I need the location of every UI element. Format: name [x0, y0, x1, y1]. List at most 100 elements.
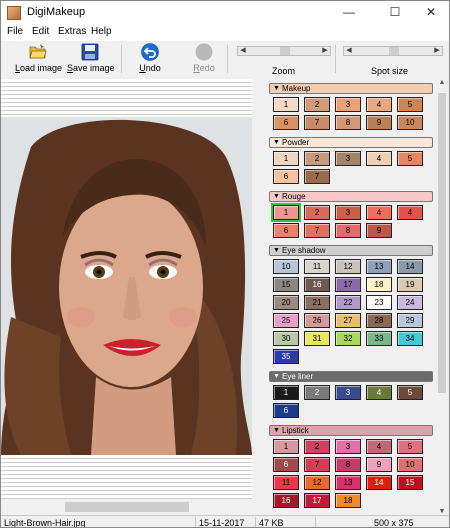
save-image-button[interactable]: Save image — [67, 43, 115, 75]
color-swatch[interactable]: 17 — [335, 277, 361, 292]
color-swatch[interactable]: 2 — [304, 97, 330, 112]
color-swatch[interactable]: 2 — [304, 439, 330, 454]
color-swatch[interactable]: 7 — [304, 169, 330, 184]
menu-edit[interactable]: Edit — [32, 26, 49, 37]
color-swatch[interactable]: 34 — [397, 331, 423, 346]
menu-file[interactable]: File — [7, 26, 23, 37]
color-swatch[interactable]: 16 — [304, 277, 330, 292]
color-swatch[interactable]: 14 — [366, 475, 392, 490]
color-swatch[interactable]: 5 — [397, 151, 423, 166]
color-swatch[interactable]: 11 — [273, 475, 299, 490]
color-swatch[interactable]: 35 — [273, 349, 299, 364]
color-swatch[interactable]: 1 — [273, 385, 299, 400]
color-swatch[interactable]: 6 — [273, 457, 299, 472]
color-swatch[interactable]: 3 — [335, 151, 361, 166]
redo-button[interactable]: Redo — [189, 43, 219, 75]
color-swatch[interactable]: 13 — [366, 259, 392, 274]
color-swatch[interactable]: 9 — [366, 223, 392, 238]
arrow-up-icon[interactable]: ▲ — [435, 79, 449, 86]
color-swatch[interactable]: 15 — [397, 475, 423, 490]
color-swatch[interactable]: 8 — [335, 223, 361, 238]
color-swatch[interactable]: 18 — [335, 493, 361, 508]
color-swatch[interactable]: 24 — [397, 295, 423, 310]
color-swatch[interactable]: 7 — [304, 115, 330, 130]
menu-help[interactable]: Help — [91, 26, 112, 37]
color-swatch[interactable]: 1 — [273, 439, 299, 454]
color-swatch[interactable]: 4 — [366, 385, 392, 400]
undo-button[interactable]: Undo — [135, 43, 165, 75]
color-swatch[interactable]: 25 — [273, 313, 299, 328]
color-swatch[interactable]: 29 — [397, 313, 423, 328]
color-swatch[interactable]: 12 — [335, 259, 361, 274]
color-swatch[interactable]: 8 — [335, 115, 361, 130]
color-swatch[interactable]: 4 — [366, 205, 392, 220]
color-swatch[interactable]: 33 — [366, 331, 392, 346]
color-swatch[interactable]: 20 — [273, 295, 299, 310]
color-swatch[interactable]: 3 — [335, 205, 361, 220]
color-swatch[interactable]: 5 — [397, 385, 423, 400]
color-swatch[interactable]: 19 — [397, 277, 423, 292]
color-swatch[interactable]: 17 — [304, 493, 330, 508]
color-swatch[interactable]: 9 — [366, 115, 392, 130]
scrollbar-thumb[interactable] — [438, 93, 446, 393]
maximize-icon[interactable]: ☐ — [375, 1, 415, 25]
color-swatch[interactable]: 15 — [273, 277, 299, 292]
spot-size-slider-thumb[interactable] — [389, 47, 399, 55]
section-header-rouge[interactable]: ▼ Rouge — [269, 191, 433, 202]
load-image-button[interactable]: Load image — [15, 43, 62, 75]
color-swatch[interactable]: 32 — [335, 331, 361, 346]
color-swatch[interactable]: 12 — [304, 475, 330, 490]
color-swatch[interactable]: 16 — [273, 493, 299, 508]
section-header-eye-liner[interactable]: ▼ Eye liner — [269, 371, 433, 382]
color-swatch[interactable]: 9 — [366, 457, 392, 472]
arrow-down-icon[interactable]: ▼ — [435, 508, 449, 515]
canvas-horizontal-scrollbar[interactable] — [1, 499, 267, 515]
color-swatch[interactable]: 2 — [304, 151, 330, 166]
arrow-left-icon[interactable]: ◀ — [344, 46, 354, 56]
color-swatch[interactable]: 18 — [366, 277, 392, 292]
color-swatch[interactable]: 6 — [273, 115, 299, 130]
color-swatch[interactable]: 31 — [304, 331, 330, 346]
color-swatch[interactable]: 3 — [335, 385, 361, 400]
arrow-right-icon[interactable]: ▶ — [320, 46, 330, 56]
color-swatch[interactable]: 28 — [366, 313, 392, 328]
section-header-eye-shadow[interactable]: ▼ Eye shadow — [269, 245, 433, 256]
color-swatch[interactable]: 10 — [273, 259, 299, 274]
color-swatch[interactable]: 3 — [335, 439, 361, 454]
spot-size-slider[interactable]: ◀ ▶ — [343, 46, 443, 56]
close-icon[interactable]: ✕ — [411, 1, 449, 25]
color-swatch[interactable]: 11 — [304, 259, 330, 274]
color-swatch[interactable]: 13 — [335, 475, 361, 490]
portrait-photo[interactable] — [1, 117, 252, 455]
color-swatch[interactable]: 5 — [397, 97, 423, 112]
color-swatch[interactable]: 14 — [397, 259, 423, 274]
color-swatch[interactable]: 6 — [273, 403, 299, 418]
zoom-slider-thumb[interactable] — [280, 47, 290, 55]
color-swatch[interactable]: 3 — [335, 97, 361, 112]
minimize-icon[interactable]: — — [329, 1, 369, 25]
color-swatch[interactable]: 4 — [397, 205, 423, 220]
color-swatch[interactable]: 6 — [273, 169, 299, 184]
menu-extras[interactable]: Extras — [58, 26, 86, 37]
canvas-vertical-scrollbar[interactable] — [252, 79, 267, 499]
color-swatch[interactable]: 4 — [366, 151, 392, 166]
color-swatch[interactable]: 10 — [397, 115, 423, 130]
color-swatch[interactable]: 1 — [273, 97, 299, 112]
color-swatch[interactable]: 8 — [335, 457, 361, 472]
section-header-powder[interactable]: ▼ Powder — [269, 137, 433, 148]
palette-scrollbar[interactable]: ▲ ▼ — [435, 79, 449, 515]
color-swatch[interactable]: 2 — [304, 205, 330, 220]
color-swatch[interactable]: 7 — [304, 457, 330, 472]
scrollbar-thumb[interactable] — [65, 502, 189, 512]
color-swatch[interactable]: 7 — [304, 223, 330, 238]
section-header-lipstick[interactable]: ▼ Lipstick — [269, 425, 433, 436]
color-swatch[interactable]: 22 — [335, 295, 361, 310]
color-swatch[interactable]: 21 — [304, 295, 330, 310]
color-swatch[interactable]: 4 — [366, 97, 392, 112]
color-swatch[interactable]: 23 — [366, 295, 392, 310]
color-swatch[interactable]: 2 — [304, 385, 330, 400]
arrow-right-icon[interactable]: ▶ — [432, 46, 442, 56]
zoom-slider[interactable]: ◀ ▶ — [237, 46, 331, 56]
color-swatch[interactable]: 5 — [397, 439, 423, 454]
color-swatch[interactable]: 10 — [397, 457, 423, 472]
